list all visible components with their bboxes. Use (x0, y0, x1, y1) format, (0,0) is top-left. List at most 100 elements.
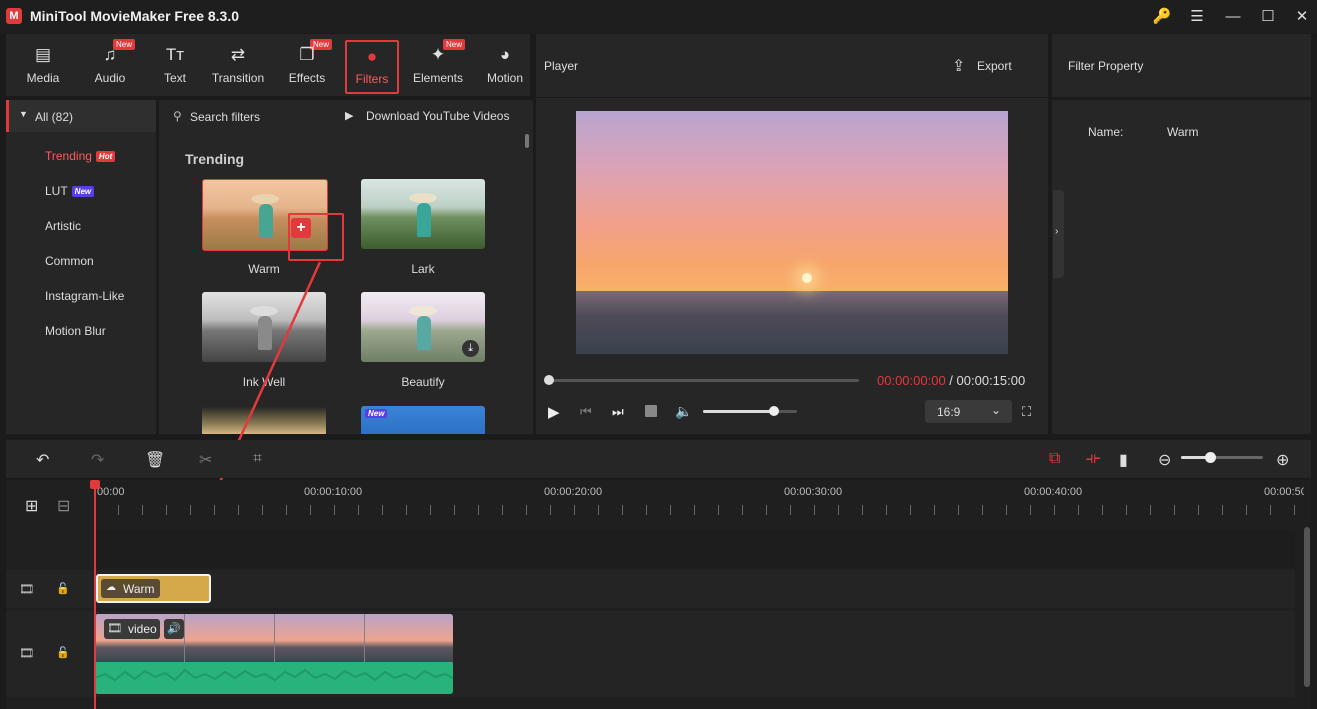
aspect-ratio-value: 16:9 (937, 405, 961, 419)
split-track-icon[interactable]: ⟛ (1086, 450, 1101, 468)
ruler-tick (286, 505, 287, 515)
collapse-property-handle[interactable]: › (1053, 190, 1064, 278)
video-preview (576, 111, 1008, 354)
ruler-tick (214, 505, 215, 515)
sunset-sky (576, 111, 1008, 291)
lock-icon[interactable]: 🔓 (56, 582, 70, 595)
empty-track (95, 530, 1295, 568)
delete-icon[interactable]: 🗑 (145, 450, 165, 470)
timeline-scrollbar[interactable] (1304, 527, 1310, 687)
property-title: Filter Property (1068, 59, 1144, 73)
video-clip-tag: 🎞 video (104, 619, 160, 639)
export-button[interactable]: ⇪ Export (952, 54, 1022, 78)
ruler-tick (502, 505, 503, 515)
zoom-track[interactable] (1181, 456, 1263, 459)
previous-frame-icon[interactable]: ⏮ (580, 404, 592, 420)
ruler-label: 00:00:30:00 (784, 486, 843, 498)
crop-icon[interactable]: ⌗ (253, 450, 262, 468)
zoom-in-icon[interactable]: ⊕ (1276, 450, 1289, 470)
ruler-tick (526, 505, 527, 515)
ruler-tick (262, 505, 263, 515)
filmstrip-icon: 🎞 (19, 582, 35, 596)
ruler-tick (742, 505, 743, 515)
total-time: 00:00:15:00 (956, 373, 1026, 388)
ruler-tick (574, 505, 575, 515)
redo-icon[interactable]: ↷ (91, 450, 104, 470)
filter-clip-tag: ☁ Warm (101, 579, 160, 598)
property-name-label: Name: (1088, 125, 1124, 139)
ruler-tick (1030, 505, 1031, 515)
remove-track-icon[interactable]: ⊟ (57, 496, 70, 516)
playback-progress-handle[interactable] (544, 375, 554, 385)
fullscreen-icon[interactable]: ⛶ (1022, 404, 1031, 420)
volume-icon[interactable]: 🔈 (675, 403, 692, 420)
undo-icon[interactable]: ↶ (36, 450, 49, 470)
filter-property-panel (1052, 34, 1311, 434)
aspect-ratio-select[interactable]: 16:9 ⌄ (925, 400, 1012, 423)
playhead-handle[interactable] (90, 480, 100, 489)
play-icon[interactable]: ▶ (548, 403, 560, 421)
snap-icon[interactable]: ⧉ (1049, 450, 1060, 468)
ruler-label: 00:00:40:00 (1024, 486, 1083, 498)
ruler-tick (1174, 505, 1175, 515)
frame-divider (364, 614, 365, 662)
sun (802, 273, 812, 283)
ruler-tick (910, 505, 911, 515)
stop-icon[interactable] (645, 405, 657, 417)
video-clip-label: video (128, 622, 157, 636)
frame-divider (184, 614, 185, 662)
ruler-tick (862, 505, 863, 515)
zoom-handle[interactable] (1204, 452, 1216, 463)
time-separator: / (945, 373, 957, 388)
chevron-right-icon: › (1055, 226, 1059, 237)
ruler-tick (838, 505, 839, 515)
sea (576, 291, 1008, 354)
ruler-tick (310, 505, 311, 515)
next-frame-icon[interactable]: ⏭ (612, 404, 624, 420)
audio-mix-icon[interactable]: ▮ (1119, 450, 1128, 470)
playhead[interactable] (94, 481, 96, 709)
ruler-tick (550, 505, 551, 515)
audio-waveform (95, 662, 453, 694)
ruler-tick (358, 505, 359, 515)
ruler-tick (934, 505, 935, 515)
ruler-label: 00:00:20:00 (544, 486, 603, 498)
ruler-tick (886, 505, 887, 515)
property-name-value: Warm (1167, 125, 1199, 139)
ruler-tick (1150, 505, 1151, 515)
ruler-tick (646, 505, 647, 515)
ruler-label: 00:00:50 (1264, 486, 1304, 498)
ruler-tick (454, 505, 455, 515)
ruler-tick (1294, 505, 1295, 515)
volume-track[interactable] (703, 410, 797, 413)
ruler-tick (166, 505, 167, 515)
volume-fill (703, 410, 774, 413)
ruler-tick (190, 505, 191, 515)
ruler-tick (238, 505, 239, 515)
divider (536, 97, 1048, 98)
lock-icon[interactable]: 🔓 (56, 646, 70, 659)
ruler-tick (718, 505, 719, 515)
divider (1052, 97, 1311, 100)
video-clip[interactable]: 🎞 video 🔊 (95, 614, 453, 694)
ruler-label: 00:00:10:00 (304, 486, 363, 498)
ruler-label: 00:00 (97, 486, 125, 498)
add-track-icon[interactable]: ⊞ (25, 496, 38, 516)
ruler-tick (1246, 505, 1247, 515)
chevron-down-icon: ⌄ (991, 403, 1002, 417)
zoom-out-icon[interactable]: ⊖ (1158, 450, 1171, 470)
current-time: 00:00:00:00 (877, 373, 946, 388)
clip-audio-icon[interactable]: 🔊 (164, 619, 184, 639)
ruler-tick (670, 505, 671, 515)
ruler-tick (1222, 505, 1223, 515)
ruler-tick (1102, 505, 1103, 515)
ruler-tick (694, 505, 695, 515)
frame-divider (274, 614, 275, 662)
split-icon[interactable]: ✂ (199, 450, 212, 470)
ruler-tick (766, 505, 767, 515)
filter-clip-warm[interactable]: ☁ Warm (96, 574, 211, 603)
filter-clip-icon: ☁ (106, 582, 116, 593)
playback-progress-track[interactable] (549, 379, 859, 382)
ruler-tick (382, 505, 383, 515)
volume-handle[interactable] (768, 406, 779, 416)
